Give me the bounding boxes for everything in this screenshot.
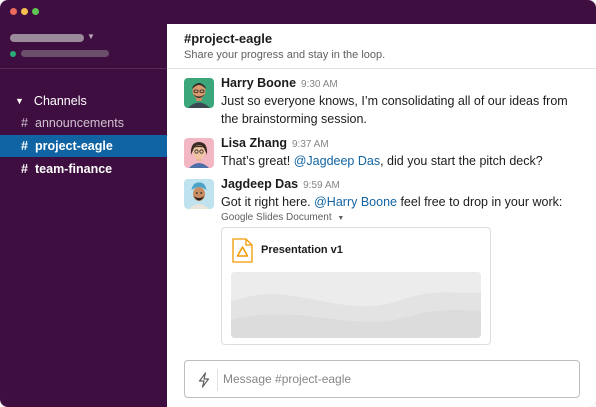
user-name-placeholder (21, 50, 109, 57)
workspace-name-placeholder (10, 34, 84, 42)
channels-section-header[interactable]: ▼ Channels (0, 90, 167, 112)
channel-topic: Share your progress and stay in the loop… (184, 49, 386, 61)
attachment-type-label: Google Slides Document (221, 212, 332, 223)
message-timestamp[interactable]: 9:59 AM (303, 180, 340, 191)
shortcuts-bolt-icon[interactable] (197, 372, 211, 388)
sidebar-item-team-finance[interactable]: # team-finance (0, 158, 167, 180)
hash-icon: # (21, 162, 28, 176)
message-author[interactable]: Jagdeep Das (221, 177, 298, 191)
preview-wave-graphic (231, 272, 481, 338)
caret-down-icon: ▼ (15, 96, 24, 106)
minimize-window-button[interactable] (21, 8, 28, 15)
message-text-part: Got it right here. (221, 195, 315, 209)
message-text: Just so everyone knows, I’m consolidatin… (221, 94, 568, 126)
caret-down-icon: ▼ (337, 215, 345, 222)
main-pane: #project-eagle Share your progress and s… (167, 24, 596, 407)
message-body: Jagdeep Das 9:59 AM Got it right here. @… (221, 177, 581, 212)
hash-icon: # (21, 139, 28, 153)
attachment-preview (231, 272, 481, 338)
google-slides-icon (232, 238, 253, 263)
app-window: ▼ ▼ Channels # announcements # project-e… (0, 0, 596, 407)
message-text: That’s great! @Jagdeep Das, did you star… (221, 153, 581, 171)
sidebar: ▼ ▼ Channels # announcements # project-e… (0, 24, 167, 407)
attachment-card[interactable]: Presentation v1 (221, 227, 491, 345)
attachment-type-toggle[interactable]: Google Slides Document ▼ (221, 212, 344, 223)
message: Harry Boone 9:30 AM Just so everyone kno… (184, 76, 584, 126)
composer-divider (217, 369, 218, 391)
message-text-part: That’s great! (221, 154, 294, 168)
message-author[interactable]: Harry Boone (221, 76, 296, 90)
sidebar-item-announcements[interactable]: # announcements (0, 112, 167, 134)
avatar[interactable] (184, 179, 214, 209)
message-composer[interactable] (184, 360, 580, 398)
sidebar-item-project-eagle[interactable]: # project-eagle (0, 135, 167, 157)
message-body: Lisa Zhang 9:37 AM That’s great! @Jagdee… (221, 136, 581, 171)
sidebar-item-label: team-finance (35, 162, 113, 176)
message: Lisa Zhang 9:37 AM That’s great! @Jagdee… (184, 136, 584, 170)
channel-title[interactable]: #project-eagle (184, 31, 272, 46)
chevron-down-icon: ▼ (87, 32, 95, 41)
message-text-part: feel free to drop in your work: (396, 195, 563, 209)
message-body: Harry Boone 9:30 AM Just so everyone kno… (221, 76, 581, 128)
attachment-title: Presentation v1 (261, 244, 343, 256)
workspace-header[interactable]: ▼ (0, 24, 167, 69)
channel-header: #project-eagle Share your progress and s… (167, 24, 596, 69)
message-author[interactable]: Lisa Zhang (221, 136, 287, 150)
hash-icon: # (21, 116, 28, 130)
message-input[interactable] (223, 361, 573, 397)
close-window-button[interactable] (10, 8, 17, 15)
title-bar (0, 0, 596, 24)
sidebar-item-label: announcements (35, 116, 124, 130)
user-mention[interactable]: @Harry Boone (314, 195, 397, 209)
presence-dot-icon (10, 51, 16, 57)
avatar[interactable] (184, 138, 214, 168)
message-timestamp[interactable]: 9:37 AM (292, 139, 329, 150)
zoom-window-button[interactable] (32, 8, 39, 15)
message: Jagdeep Das 9:59 AM Got it right here. @… (184, 177, 584, 349)
avatar[interactable] (184, 78, 214, 108)
channels-section-label: Channels (33, 94, 87, 108)
sidebar-item-label: project-eagle (35, 139, 113, 153)
message-text: Got it right here. @Harry Boone feel fre… (221, 194, 581, 212)
message-timestamp[interactable]: 9:30 AM (301, 79, 338, 90)
user-mention[interactable]: @Jagdeep Das (294, 154, 380, 168)
message-text-part: , did you start the pitch deck? (380, 154, 543, 168)
